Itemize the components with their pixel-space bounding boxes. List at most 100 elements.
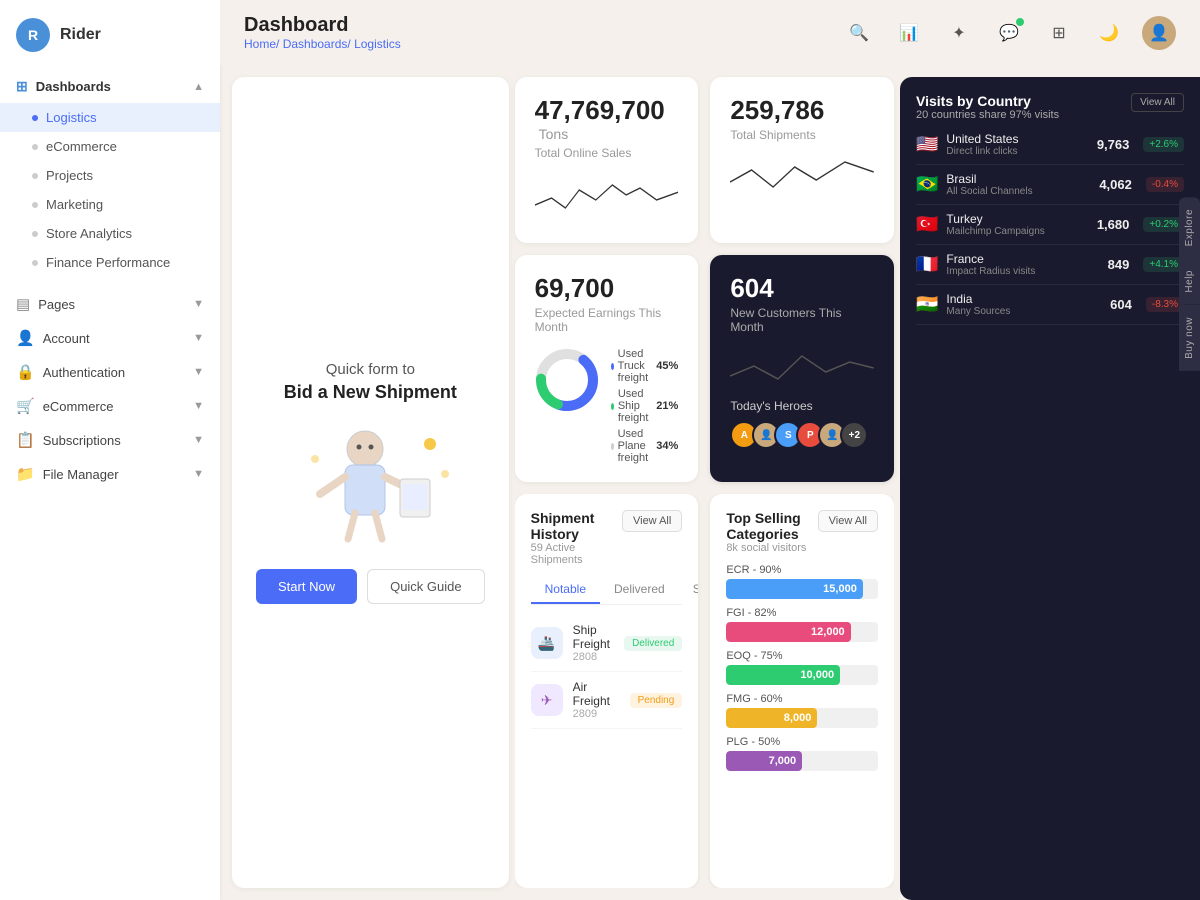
search-icon-btn[interactable]: 🔍 (842, 16, 876, 50)
ship-info: Ship Freight 2808 (573, 623, 614, 663)
sidebar-item-store-analytics-label: Store Analytics (46, 226, 132, 241)
dark-mode-icon-btn[interactable]: 🌙 (1092, 16, 1126, 50)
sidebar-item-authentication[interactable]: 🔒 Authentication ▼ (0, 355, 220, 389)
heroes-label: Today's Heroes (730, 399, 874, 413)
categories-view-all-button[interactable]: View All (818, 510, 878, 532)
sidebar-item-marketing[interactable]: Marketing (0, 190, 220, 219)
truck-dot (611, 363, 614, 370)
bar-value: 8,000 (784, 712, 812, 724)
sidebar-logo: R Rider (0, 0, 220, 70)
countries-section: Visits by Country 20 countries share 97%… (900, 77, 1200, 900)
total-shipments-value: 259,786 (730, 95, 824, 125)
hero-avatar-more: +2 (840, 421, 868, 449)
messages-icon-btn[interactable]: 💬 (992, 16, 1026, 50)
buy-now-tab[interactable]: Buy now (1179, 305, 1200, 371)
bar-label: ECR - 90% (726, 564, 878, 576)
country-flag: 🇹🇷 (916, 214, 938, 235)
list-item: 🇮🇳 India Many Sources 604 -8.3% (916, 285, 1184, 325)
avatar-stack: A 👤 S P 👤 +2 (730, 421, 874, 449)
chevron-up-icon: ▲ (193, 81, 204, 93)
authentication-label: Authentication (43, 365, 125, 380)
tab-notable[interactable]: Notable (531, 576, 600, 604)
category-bar-item: FMG - 60% 8,000 (726, 693, 878, 728)
country-flag: 🇺🇸 (916, 134, 938, 155)
earnings-card: 69,700 Expected Earnings This Month (515, 255, 699, 482)
bar-track: 7,000 (726, 751, 878, 771)
truck-label: Used Truck freight (618, 348, 657, 384)
tab-delivered[interactable]: Delivered (600, 576, 679, 604)
chevron-down-icon: ▼ (193, 366, 204, 378)
bar-fill: 10,000 (726, 665, 840, 685)
grid-view-icon-btn[interactable]: ⊞ (1042, 16, 1076, 50)
settings-icon-btn[interactable]: ✦ (942, 16, 976, 50)
country-change: +4.1% (1143, 257, 1184, 272)
sidebar-item-subscriptions[interactable]: 📋 Subscriptions ▼ (0, 423, 220, 457)
explore-tab[interactable]: Explore (1179, 197, 1200, 258)
sidebar-item-projects[interactable]: Projects (0, 161, 220, 190)
freight-legend: Used Truck freight 45% Used Ship freight… (611, 348, 679, 464)
header-left: Dashboard Home/ Dashboards/ Logistics (244, 14, 401, 51)
app-name: Rider (60, 26, 101, 44)
sidebar-item-finance-performance[interactable]: Finance Performance (0, 248, 220, 277)
dashboards-group-header[interactable]: ⊞ Dashboards ▲ (0, 70, 220, 103)
total-sales-value: 47,769,700 (535, 95, 665, 125)
dot (32, 260, 38, 266)
donut-chart (535, 348, 599, 412)
sidebar-item-file-manager[interactable]: 📁 File Manager ▼ (0, 457, 220, 491)
start-now-button[interactable]: Start Now (256, 569, 357, 604)
sidebar-item-finance-performance-label: Finance Performance (46, 255, 170, 270)
promo-panel: Quick form to Bid a New Shipment (232, 77, 509, 888)
ship-id-2: 2809 (573, 708, 620, 720)
total-sales-label: Total Online Sales (535, 146, 679, 160)
tab-shipping[interactable]: Shipping (679, 576, 699, 604)
file-manager-label: File Manager (43, 467, 119, 482)
sidebar-item-store-analytics[interactable]: Store Analytics (0, 219, 220, 248)
account-label: Account (43, 331, 90, 346)
country-list: 🇺🇸 United States Direct link clicks 9,76… (916, 125, 1184, 325)
file-manager-icon: 📁 (16, 465, 35, 483)
quick-guide-button[interactable]: Quick Guide (367, 569, 485, 604)
breadcrumb-dashboards: Dashboards/ (283, 37, 351, 51)
subscriptions-label: Subscriptions (43, 433, 121, 448)
chevron-down-icon: ▼ (193, 434, 204, 446)
plane-dot (611, 443, 614, 450)
sales-sparkline (535, 170, 679, 220)
sidebar-item-ecommerce[interactable]: eCommerce (0, 132, 220, 161)
ship-id: 2808 (573, 651, 614, 663)
country-source: All Social Channels (946, 186, 1091, 197)
chevron-down-icon: ▼ (193, 332, 204, 344)
chart-icon-btn[interactable]: 📊 (892, 16, 926, 50)
shipment-history-card: Shipment History 59 Active Shipments Vie… (515, 494, 699, 888)
dot (32, 173, 38, 179)
sidebar-item-ecommerce-nav[interactable]: 🛒 eCommerce ▼ (0, 389, 220, 423)
list-item: 🇺🇸 United States Direct link clicks 9,76… (916, 125, 1184, 165)
country-name: Brasil (946, 172, 1091, 186)
country-source: Many Sources (946, 306, 1102, 317)
country-change: -0.4% (1146, 177, 1184, 192)
bar-track: 15,000 (726, 579, 878, 599)
shipment-view-all-button[interactable]: View All (622, 510, 682, 532)
country-name: United States (946, 132, 1088, 146)
dot (32, 144, 38, 150)
sidebar-item-pages[interactable]: ▤ Pages ▼ (0, 287, 220, 321)
country-info: France Impact Radius visits (946, 252, 1099, 277)
promo-buttons: Start Now Quick Guide (256, 569, 485, 604)
country-flag: 🇧🇷 (916, 174, 938, 195)
bar-fill: 7,000 (726, 751, 802, 771)
user-avatar[interactable]: 👤 (1142, 16, 1176, 50)
countries-view-all-button[interactable]: View All (1131, 93, 1184, 112)
country-name: India (946, 292, 1102, 306)
header: Dashboard Home/ Dashboards/ Logistics 🔍 … (220, 0, 1200, 65)
help-tab[interactable]: Help (1179, 258, 1200, 305)
dot (32, 231, 38, 237)
ship-pct: 21% (656, 400, 678, 412)
category-bar-item: ECR - 90% 15,000 (726, 564, 878, 599)
truck-pct: 45% (656, 360, 678, 372)
dot (32, 202, 38, 208)
bar-fill: 15,000 (726, 579, 863, 599)
sidebar-item-logistics[interactable]: Logistics (0, 103, 220, 132)
country-info: India Many Sources (946, 292, 1102, 317)
sidebar-item-account[interactable]: 👤 Account ▼ (0, 321, 220, 355)
breadcrumb-current: Logistics (354, 37, 401, 51)
chevron-down-icon: ▼ (193, 468, 204, 480)
